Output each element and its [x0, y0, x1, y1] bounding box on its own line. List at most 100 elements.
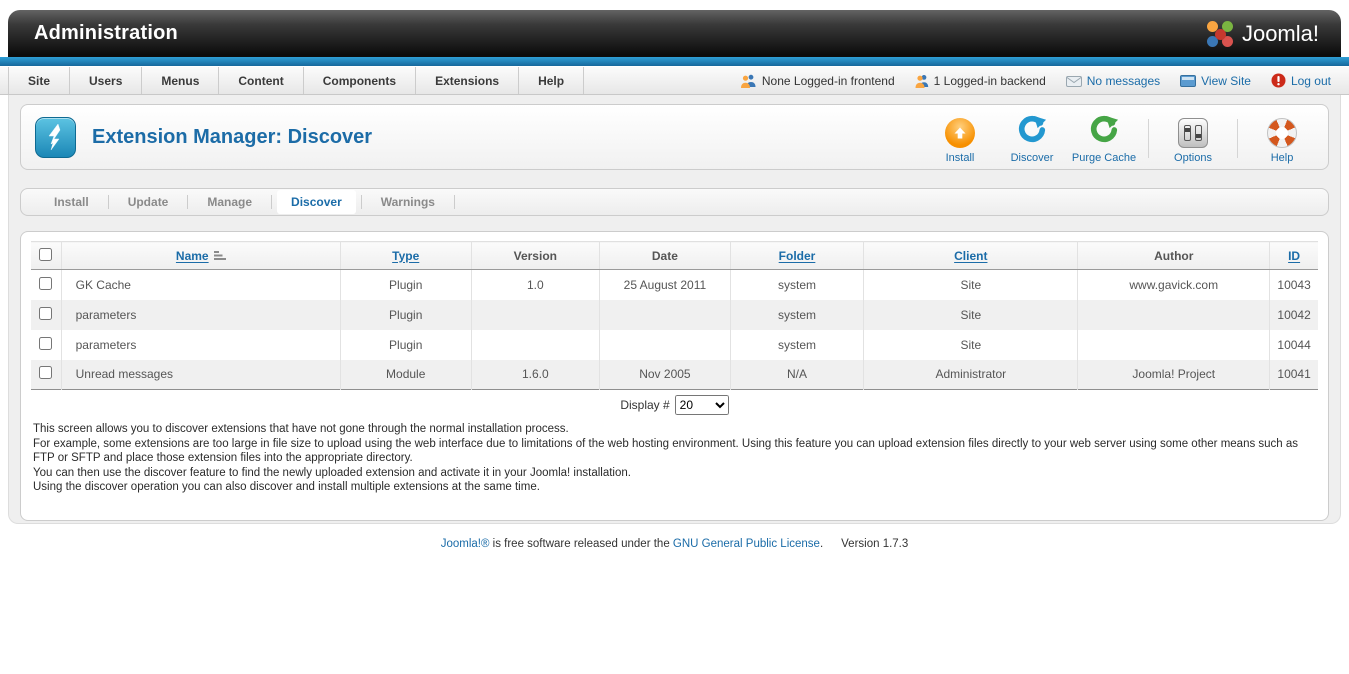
- column-header-author: Author: [1077, 241, 1270, 270]
- cell-folder: system: [729, 269, 864, 300]
- sliders-icon: [1178, 117, 1208, 148]
- toolbar-group-help: Help: [1246, 117, 1318, 164]
- status-view-site[interactable]: View Site: [1180, 74, 1251, 88]
- row-checkbox[interactable]: [39, 306, 53, 320]
- cell-id: 10043: [1269, 269, 1318, 300]
- extensions-table: Name Type Version Date Folder Client Aut…: [31, 241, 1318, 390]
- install-button[interactable]: Install: [924, 117, 996, 164]
- cell-version: 1.0: [470, 269, 600, 300]
- description-line: For example, some extensions are too lar…: [33, 437, 1299, 465]
- joomla-logo-icon: [1205, 19, 1235, 49]
- table-row: GK Cache Plugin 1.0 25 August 2011 syste…: [31, 269, 1318, 300]
- joomla-logo: Joomla!: [1205, 19, 1319, 49]
- column-header-name: Name: [60, 241, 341, 270]
- description-text: This screen allows you to discover exten…: [31, 420, 1318, 495]
- footer-text: is free software released under the: [489, 538, 673, 550]
- cell-version: [470, 329, 600, 360]
- users-frontend-icon: [740, 74, 756, 88]
- status-frontend-users: None Logged-in frontend: [740, 74, 895, 88]
- joomla-footer-link[interactable]: Joomla!®: [441, 538, 490, 550]
- menu-item-content[interactable]: Content: [219, 67, 304, 94]
- select-all-checkbox[interactable]: [39, 247, 53, 261]
- table-row: parameters Plugin system Site 10042: [31, 299, 1318, 330]
- purge-cache-button-label: Purge Cache: [1071, 151, 1137, 164]
- display-limit-select[interactable]: 20: [674, 395, 729, 415]
- column-header-id: ID: [1269, 241, 1318, 270]
- options-button-label: Options: [1174, 151, 1212, 164]
- lifebuoy-icon: [1267, 117, 1297, 148]
- tab-manage[interactable]: Manage: [193, 190, 266, 214]
- cell-version: 1.6.0: [470, 359, 600, 390]
- help-button[interactable]: Help: [1246, 117, 1318, 164]
- menu-item-help[interactable]: Help: [519, 67, 585, 94]
- admin-title: Administration: [34, 22, 178, 44]
- sort-asc-icon: [213, 250, 226, 260]
- options-button[interactable]: Options: [1157, 117, 1229, 164]
- page-title-group: Extension Manager: Discover: [35, 116, 373, 158]
- cell-type: Plugin: [339, 299, 472, 330]
- toolbar: Install Discover Purge Cache Options Hel…: [924, 111, 1318, 164]
- column-header-id-link[interactable]: ID: [1288, 249, 1300, 263]
- cell-date: [599, 329, 731, 360]
- page-title: Extension Manager: Discover: [92, 125, 373, 148]
- status-logout[interactable]: Log out: [1271, 73, 1331, 88]
- cell-author: [1077, 329, 1270, 360]
- status-logout-label: Log out: [1290, 73, 1331, 88]
- column-header-client: Client: [863, 241, 1078, 270]
- cell-name: Unread messages: [60, 359, 341, 390]
- toolbar-separator: [1237, 118, 1238, 158]
- table-header-row: Name Type Version Date Folder Client Aut…: [31, 241, 1318, 270]
- menu-item-menus[interactable]: Menus: [142, 67, 220, 94]
- status-backend-users: 1 Logged-in backend: [915, 74, 1046, 88]
- row-select-cell: [31, 300, 61, 330]
- tab-install[interactable]: Install: [40, 190, 103, 214]
- cell-name: parameters: [60, 299, 341, 330]
- table-row: Unread messages Module 1.6.0 Nov 2005 N/…: [31, 359, 1318, 390]
- status-view-site-label: View Site: [1201, 73, 1251, 88]
- menu-item-components[interactable]: Components: [304, 67, 417, 94]
- tab-separator: [360, 195, 362, 209]
- status-bar: None Logged-in frontend 1 Logged-in back…: [740, 67, 1349, 94]
- menu-items: Site Users Menus Content Components Exte…: [0, 67, 585, 94]
- cell-client: Site: [863, 329, 1078, 360]
- row-checkbox[interactable]: [39, 276, 53, 290]
- menu-item-users[interactable]: Users: [70, 67, 143, 94]
- row-checkbox[interactable]: [39, 336, 53, 350]
- row-select-cell: [31, 270, 61, 300]
- cell-id: 10042: [1269, 299, 1318, 330]
- purge-cache-button[interactable]: Purge Cache: [1068, 115, 1140, 164]
- discover-button-label: Discover: [1010, 151, 1054, 164]
- menu-item-site[interactable]: Site: [8, 67, 71, 94]
- status-messages[interactable]: No messages: [1065, 73, 1161, 88]
- cell-date: 25 August 2011: [599, 269, 731, 300]
- tab-discover[interactable]: Discover: [277, 190, 356, 214]
- footer-version: Version 1.7.3: [841, 538, 909, 550]
- cell-folder: system: [729, 299, 864, 330]
- pagination-bar: Display # 20: [31, 390, 1318, 420]
- install-button-label: Install: [945, 151, 975, 164]
- description-line: Using the discover operation you can als…: [33, 481, 540, 494]
- accent-strip: [0, 57, 1349, 67]
- cell-date: [599, 299, 731, 330]
- cell-folder: system: [729, 329, 864, 360]
- column-header-type-link[interactable]: Type: [392, 249, 419, 263]
- tab-warnings[interactable]: Warnings: [367, 190, 449, 214]
- status-messages-label: No messages: [1086, 73, 1161, 88]
- discover-button[interactable]: Discover: [996, 115, 1068, 164]
- display-label: Display #: [620, 398, 670, 412]
- tab-update[interactable]: Update: [114, 190, 183, 214]
- column-header-name-link[interactable]: Name: [176, 249, 209, 263]
- users-backend-icon: [915, 74, 928, 88]
- select-all-header: [31, 241, 62, 270]
- gpl-license-link[interactable]: GNU General Public License: [673, 538, 820, 550]
- column-header-folder-link[interactable]: Folder: [779, 249, 816, 263]
- cell-client: Administrator: [863, 359, 1078, 390]
- logout-icon: [1271, 73, 1286, 88]
- toolbar-group-actions: Install Discover Purge Cache: [924, 115, 1140, 164]
- column-header-client-link[interactable]: Client: [954, 249, 987, 263]
- row-checkbox[interactable]: [39, 366, 53, 380]
- footer: Joomla!® is free software released under…: [0, 538, 1349, 550]
- page-header: Extension Manager: Discover Install Disc…: [20, 104, 1329, 170]
- menu-item-extensions[interactable]: Extensions: [416, 67, 520, 94]
- tab-separator: [187, 195, 189, 209]
